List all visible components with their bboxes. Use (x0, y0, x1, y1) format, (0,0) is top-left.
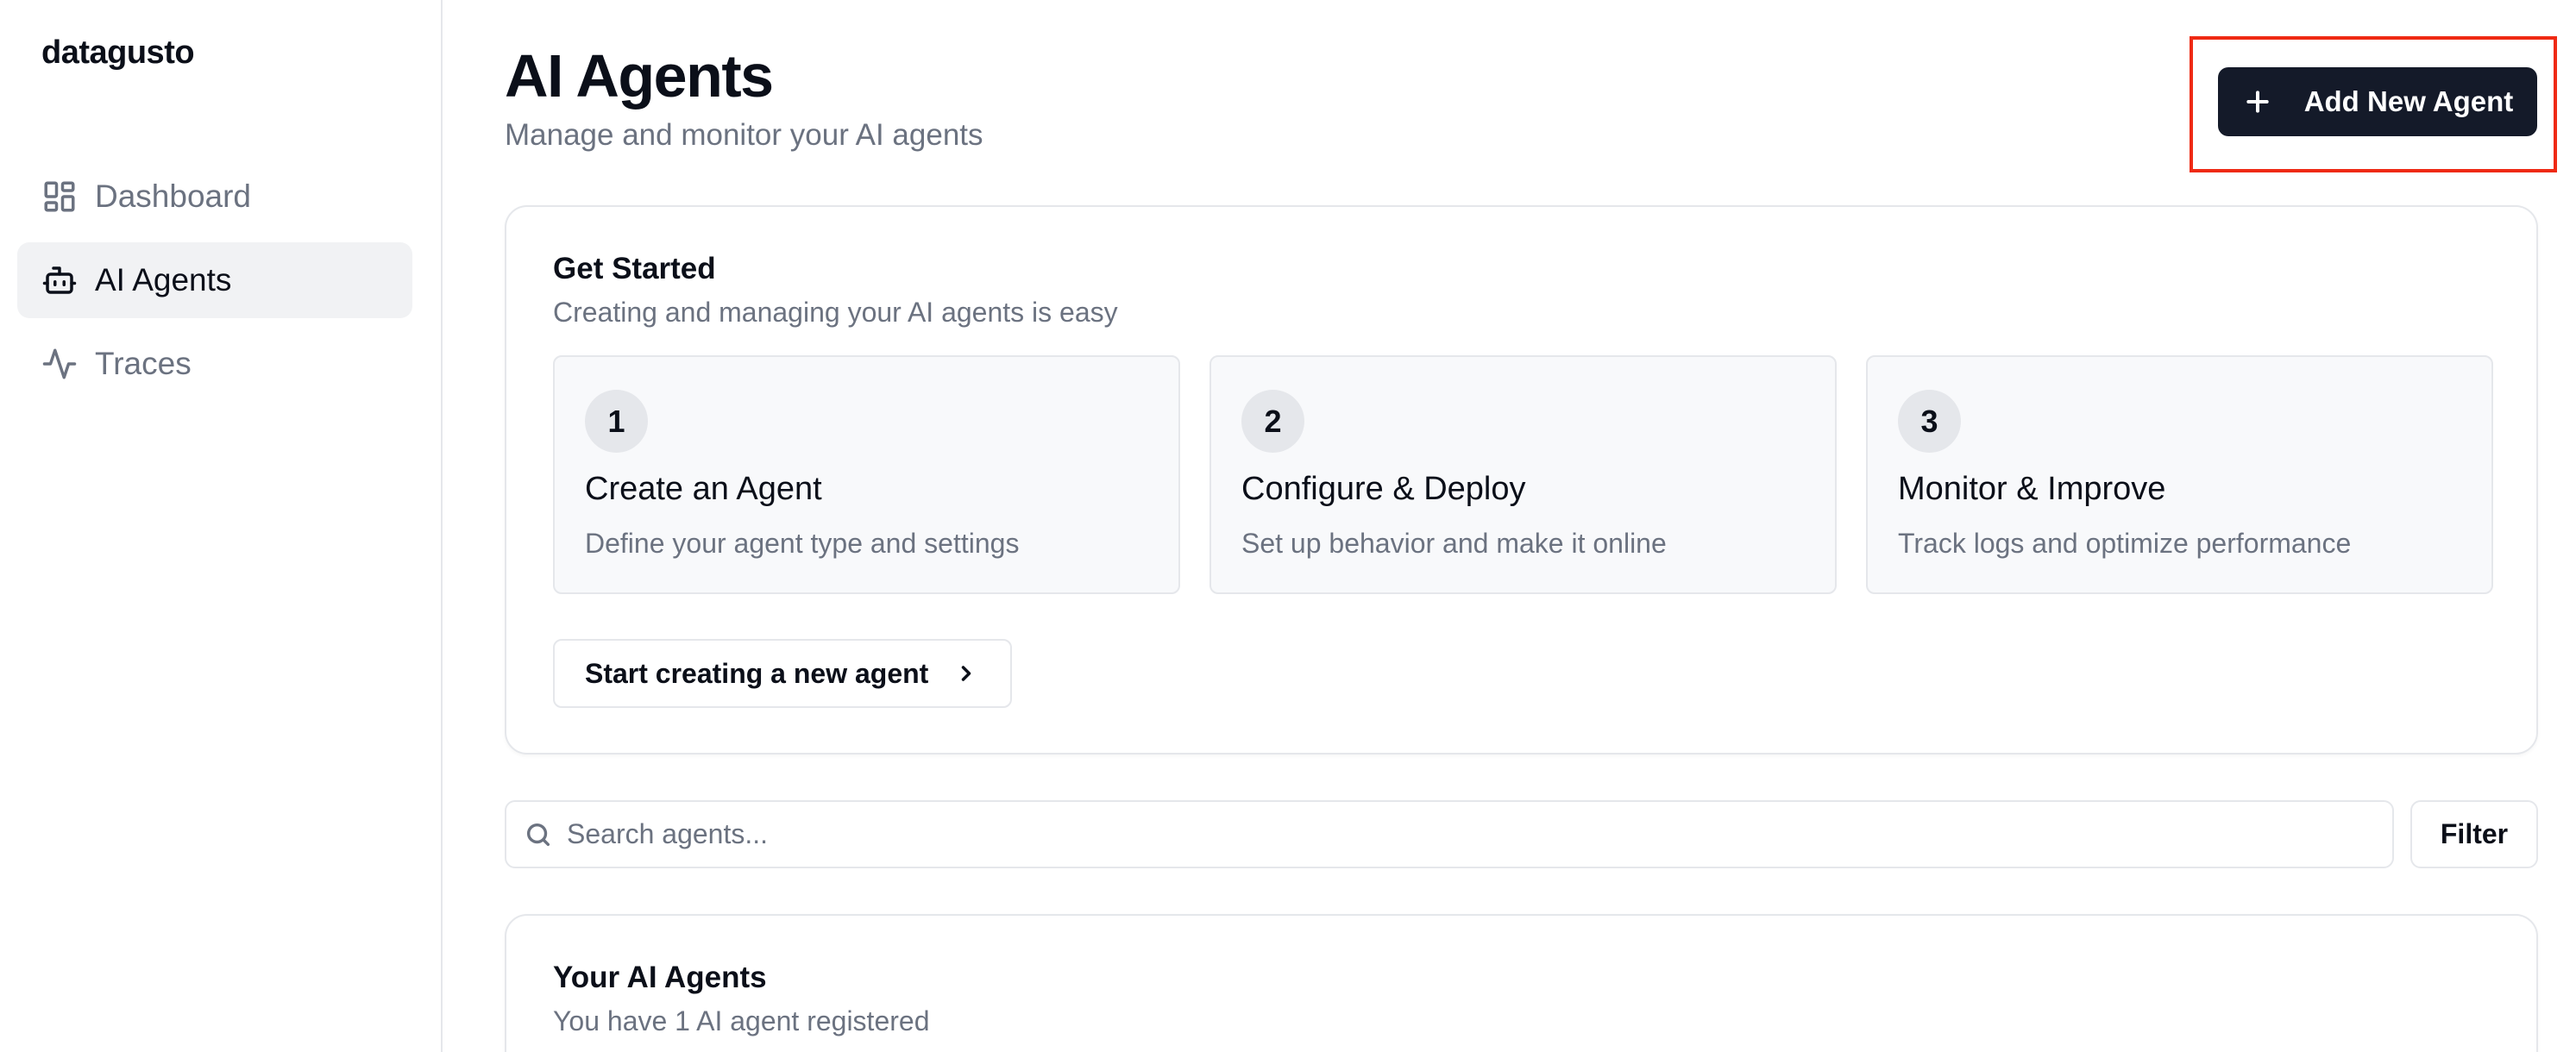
bot-icon (41, 262, 78, 298)
page-title: AI Agents (505, 42, 774, 110)
steps-list: 1 Create an Agent Define your agent type… (553, 355, 2493, 594)
activity-icon (41, 346, 78, 382)
sidebar-item-traces[interactable]: Traces (17, 326, 412, 402)
step-card: 1 Create an Agent Define your agent type… (553, 355, 1180, 594)
filter-button[interactable]: Filter (2410, 800, 2538, 868)
add-new-agent-button[interactable]: Add New Agent (2218, 67, 2537, 136)
sidebar: datagusto Dashboard AI Agents Traces (0, 0, 443, 1052)
agents-card: Your AI Agents You have 1 AI agent regis… (505, 914, 2538, 1052)
get-started-card: Get Started Creating and managing your A… (505, 205, 2538, 755)
sidebar-nav: Dashboard AI Agents Traces (17, 159, 412, 410)
search-input[interactable] (567, 818, 2206, 850)
add-new-agent-label: Add New Agent (2303, 85, 2514, 117)
step-card: 3 Monitor & Improve Track logs and optim… (1866, 355, 2493, 594)
sidebar-item-ai-agents[interactable]: AI Agents (17, 242, 412, 318)
step-card: 2 Configure & Deploy Set up behavior and… (1209, 355, 1837, 594)
sidebar-item-label: Traces (95, 346, 192, 381)
get-started-description: Creating and managing your AI agents is … (553, 297, 1118, 328)
step-number-badge: 3 (1898, 390, 1961, 453)
search-icon (524, 819, 555, 850)
step-description: Track logs and optimize performance (1898, 528, 2352, 559)
sidebar-item-dashboard[interactable]: Dashboard (17, 159, 412, 235)
step-title: Create an Agent (585, 471, 822, 507)
sidebar-item-label: Dashboard (95, 178, 252, 214)
step-number-badge: 1 (585, 390, 648, 453)
step-description: Set up behavior and make it online (1241, 528, 1667, 559)
layout-grid-icon (41, 178, 78, 215)
step-title: Configure & Deploy (1241, 471, 1526, 507)
agents-description: You have 1 AI agent registered (553, 1005, 930, 1036)
get-started-title: Get Started (553, 252, 716, 285)
start-creating-agent-button[interactable]: Start creating a new agent (553, 639, 1012, 708)
plus-icon (2242, 86, 2273, 117)
page-subtitle: Manage and monitor your AI agents (505, 118, 983, 152)
search-bar (505, 800, 2394, 868)
sidebar-item-label: AI Agents (95, 262, 232, 297)
app-logo[interactable]: datagusto (41, 34, 195, 72)
step-title: Monitor & Improve (1898, 471, 2166, 507)
step-description: Define your agent type and settings (585, 528, 1020, 559)
step-number-badge: 2 (1241, 390, 1304, 453)
chevron-right-icon (954, 661, 978, 686)
start-creating-agent-label: Start creating a new agent (585, 657, 929, 689)
agents-title: Your AI Agents (553, 961, 767, 994)
